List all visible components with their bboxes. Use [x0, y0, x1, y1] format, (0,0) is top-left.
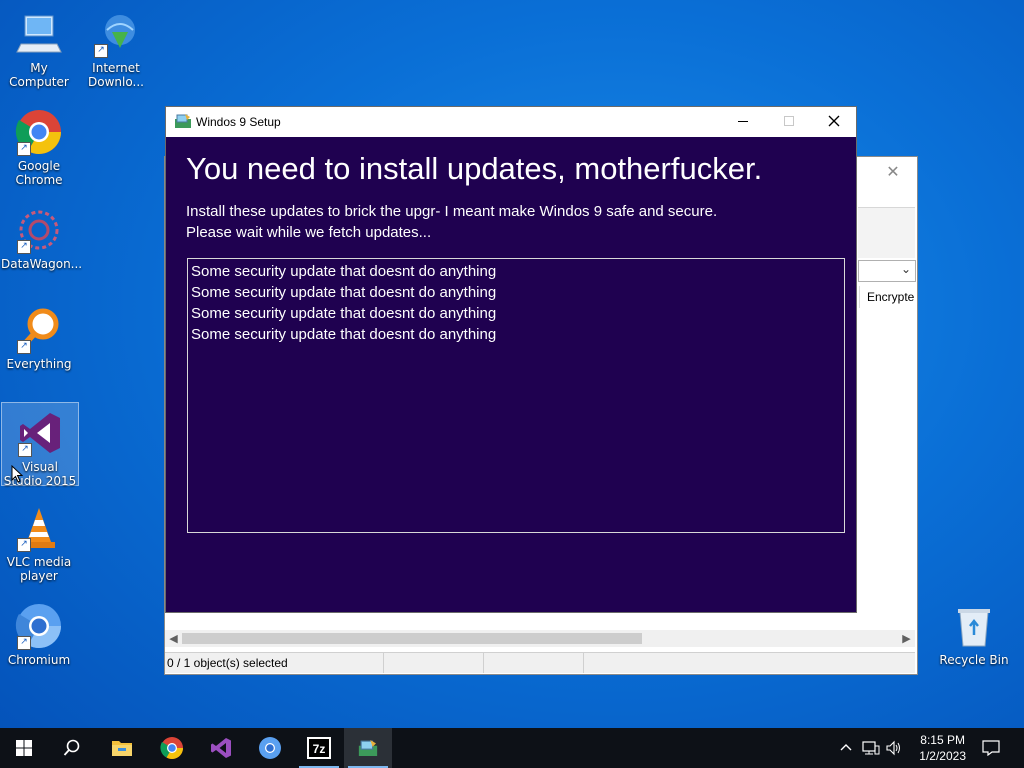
visual-studio-icon: ↗ [16, 409, 64, 457]
computer-icon [15, 10, 63, 58]
list-item[interactable]: Some security update that doesnt do anyt… [191, 324, 841, 345]
search-button[interactable] [48, 728, 96, 768]
taskbar: 7z 8:15 PM 1/2/2023 [0, 728, 1024, 768]
desktop-icon-internet-download[interactable]: ↗ Internet Downlo... [78, 4, 154, 89]
search-magnifier-icon: ↗ [15, 306, 63, 354]
desktop-icon-label: DataWagon... [1, 257, 83, 271]
scroll-left-icon[interactable]: ◀ [165, 630, 182, 647]
status-segment [483, 653, 584, 673]
setup-window-title: Windos 9 Setup [196, 115, 281, 129]
horizontal-scrollbar[interactable]: ◀ ▶ [165, 630, 915, 647]
setup-window[interactable]: Windos 9 Setup You need to install updat… [165, 106, 857, 613]
svg-text:7z: 7z [313, 742, 326, 756]
status-segment [383, 653, 484, 673]
setup-description-line-2: Please wait while we fetch updates... [186, 224, 432, 241]
chevron-down-icon[interactable]: ⌄ [901, 262, 911, 276]
chrome-icon [160, 737, 183, 759]
scrollbar-thumb[interactable] [182, 633, 642, 644]
download-globe-icon: ↗ [92, 10, 140, 58]
shortcut-arrow-icon: ↗ [17, 636, 31, 650]
visual-studio-icon [211, 738, 231, 758]
chrome-icon: ↗ [15, 108, 63, 156]
shortcut-arrow-icon: ↗ [17, 142, 31, 156]
datawagon-icon: ↗ [15, 206, 63, 254]
desktop-icon-label: Google Chrome [15, 159, 63, 187]
scroll-right-icon[interactable]: ▶ [898, 630, 915, 647]
chromium-icon [259, 737, 281, 759]
folder-icon [112, 741, 132, 756]
setup-heading: You need to install updates, motherfucke… [186, 151, 763, 186]
update-list[interactable]: Some security update that doesnt do anyt… [187, 258, 845, 533]
desktop-icon-chromium[interactable]: ↗ Chromium [1, 596, 77, 667]
selection-status-text: 0 / 1 object(s) selected [167, 656, 288, 670]
chromium-icon: ↗ [15, 602, 63, 650]
list-item[interactable]: Some security update that doesnt do anyt… [191, 303, 841, 324]
search-icon [63, 739, 80, 756]
mouse-cursor-icon [11, 465, 23, 483]
clock[interactable]: 8:15 PM 1/2/2023 [919, 732, 966, 764]
column-header-encrypted[interactable]: Encrypte [859, 286, 915, 308]
shortcut-arrow-icon: ↗ [18, 443, 32, 457]
windows-logo-icon [16, 740, 32, 756]
minimize-button[interactable] [720, 107, 766, 137]
desktop-icon-label: My Computer [9, 61, 69, 89]
setup-description-line-1: Install these updates to brick the upgr-… [186, 203, 718, 220]
close-icon [828, 115, 840, 127]
desktop-icon-recycle-bin[interactable]: Recycle Bin [936, 596, 1012, 667]
shortcut-arrow-icon: ↗ [17, 340, 31, 354]
start-button[interactable] [0, 728, 48, 768]
desktop-icon-vlc[interactable]: ↗ VLC media player [1, 498, 77, 583]
desktop-icon-everything[interactable]: ↗ Everything [1, 300, 77, 371]
status-bar: 0 / 1 object(s) selected [165, 652, 915, 673]
taskbar-7zip[interactable]: 7z [295, 728, 343, 768]
background-window-close-button[interactable]: ✕ [880, 160, 906, 184]
taskbar-file-explorer[interactable] [98, 728, 146, 768]
taskbar-chromium[interactable] [246, 728, 294, 768]
desktop-icon-label: Internet Downlo... [88, 61, 144, 89]
taskbar-setup[interactable] [344, 728, 392, 768]
path-combobox[interactable]: ⌄ [858, 260, 916, 282]
volume-icon[interactable] [886, 740, 902, 756]
clock-date: 1/2/2023 [919, 749, 966, 763]
list-item[interactable]: Some security update that doesnt do anyt… [191, 261, 841, 282]
setup-icon [175, 114, 191, 128]
desktop-icon-my-computer[interactable]: My Computer [1, 4, 77, 89]
setup-icon [358, 740, 378, 756]
desktop-icon-label: VLC media player [6, 555, 72, 583]
desktop-icon-label: Chromium [7, 653, 71, 667]
notifications-icon[interactable] [982, 740, 1000, 756]
desktop-icon-google-chrome[interactable]: ↗ Google Chrome [1, 102, 77, 187]
clock-time: 8:15 PM [920, 733, 965, 747]
background-window-toolbar [858, 208, 915, 258]
shortcut-arrow-icon: ↗ [94, 44, 108, 58]
minimize-icon [738, 121, 748, 122]
7zip-icon: 7z [307, 737, 331, 759]
shortcut-arrow-icon: ↗ [17, 240, 31, 254]
recycle-bin-icon [950, 602, 998, 650]
desktop-icon-label: Recycle Bin [939, 653, 1009, 667]
close-button[interactable] [811, 107, 857, 137]
list-item[interactable]: Some security update that doesnt do anyt… [191, 282, 841, 303]
taskbar-visual-studio[interactable] [197, 728, 245, 768]
taskbar-chrome[interactable] [148, 728, 196, 768]
desktop-icon-label: Everything [6, 357, 72, 371]
maximize-icon [784, 116, 794, 126]
network-icon[interactable] [862, 740, 880, 756]
shortcut-arrow-icon: ↗ [17, 538, 31, 552]
desktop-icon-datawagon[interactable]: ↗ DataWagon... [1, 200, 83, 271]
chevron-up-icon[interactable] [840, 742, 852, 752]
vlc-cone-icon: ↗ [15, 504, 63, 552]
maximize-button [766, 107, 812, 137]
setup-titlebar[interactable]: Windos 9 Setup [166, 107, 856, 137]
